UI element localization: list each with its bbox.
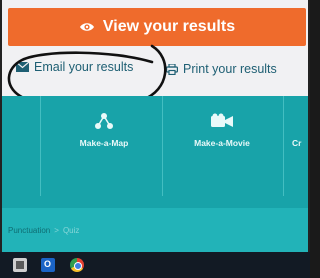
divider — [40, 96, 41, 196]
tool-make-a-movie[interactable]: Make-a-Movie — [177, 110, 267, 148]
breadcrumb-separator: > — [54, 226, 59, 235]
breadcrumb-current: Quiz — [62, 226, 80, 235]
results-links-row: Email your results Print your results — [2, 48, 308, 94]
movie-camera-icon — [177, 110, 267, 132]
tool-partial[interactable]: Cr — [292, 110, 310, 148]
printer-icon — [166, 63, 178, 75]
print-results-label: Print your results — [183, 62, 277, 76]
chrome-icon[interactable] — [70, 258, 84, 272]
envelope-icon — [16, 62, 29, 72]
divider — [162, 96, 163, 196]
email-results-link[interactable]: Email your results — [16, 60, 133, 74]
view-results-button[interactable]: View your results — [8, 8, 306, 46]
photo-of-screen: View your results Email your results Pri… — [0, 0, 310, 278]
divider — [283, 96, 284, 196]
breadcrumb-bar: Punctuation > Quiz — [2, 208, 308, 252]
taskbar — [0, 252, 310, 278]
results-screen: View your results Email your results Pri… — [2, 0, 308, 252]
tool-label: Make-a-Movie — [194, 138, 250, 148]
print-results-link[interactable]: Print your results — [166, 62, 277, 76]
tools-strip: Make-a-Map Make-a-Movie Cr — [2, 96, 308, 208]
breadcrumb-parent[interactable]: Punctuation — [8, 226, 50, 235]
outlook-icon[interactable] — [41, 258, 55, 272]
tool-make-a-map[interactable]: Make-a-Map — [59, 110, 149, 148]
tool-label: Cr — [292, 138, 302, 148]
email-results-label: Email your results — [34, 60, 134, 74]
map-nodes-icon — [59, 110, 149, 132]
eye-icon — [79, 19, 95, 35]
tool-label: Make-a-Map — [79, 138, 129, 148]
breadcrumb: Punctuation > Quiz — [8, 226, 79, 235]
store-icon[interactable] — [13, 258, 27, 272]
view-results-label: View your results — [102, 18, 236, 35]
